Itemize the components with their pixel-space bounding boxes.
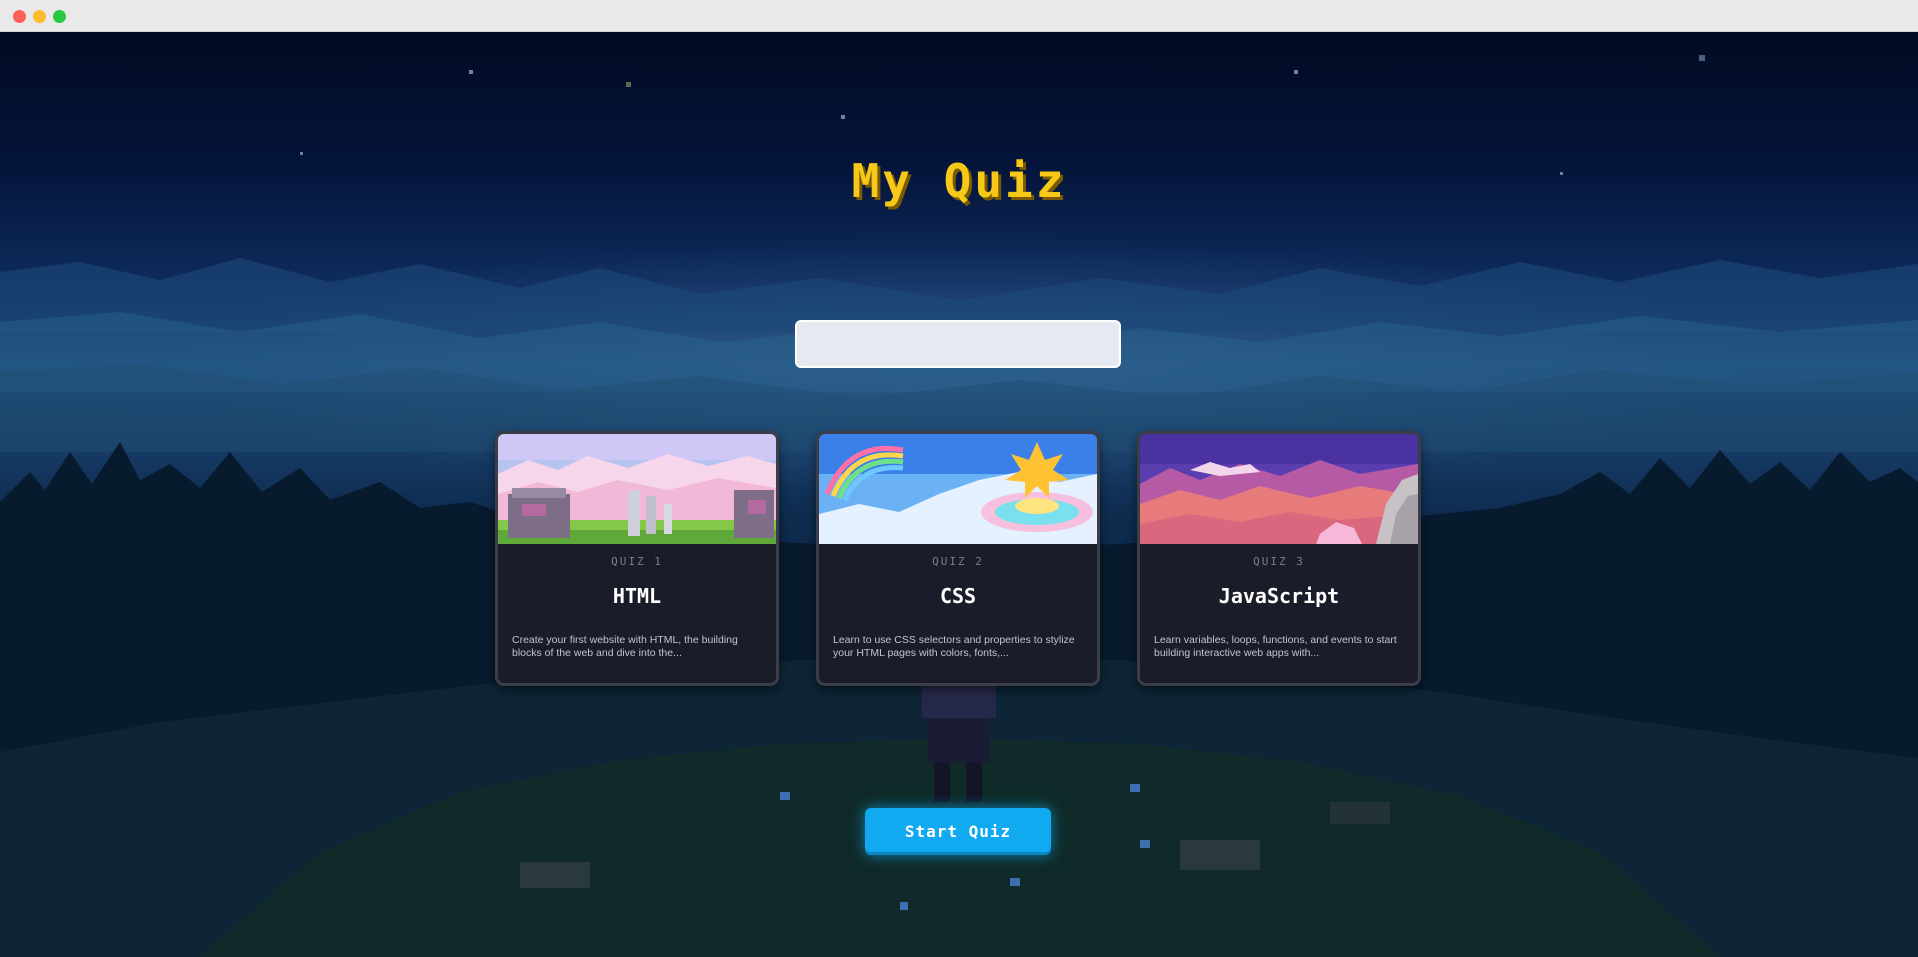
quiz-1-thumbnail — [498, 434, 776, 544]
page-title: My Quiz — [851, 154, 1067, 208]
quiz-description: Learn variables, loops, functions, and e… — [1154, 634, 1397, 659]
start-quiz-button[interactable]: Start Quiz — [865, 808, 1051, 855]
quiz-card-javascript[interactable]: QUIZ 3 JavaScript Learn variables, loops… — [1137, 431, 1421, 686]
quiz-card-html[interactable]: QUIZ 1 HTML Create your first website wi… — [495, 431, 779, 686]
search-input[interactable] — [795, 320, 1121, 368]
quiz-title: HTML — [612, 584, 662, 608]
quiz-number: QUIZ 1 — [611, 555, 663, 568]
maximize-icon[interactable] — [53, 10, 66, 23]
browser-window: My Quiz QUIZ 1 HTML Create your first we… — [0, 0, 1918, 957]
window-titlebar — [0, 0, 1918, 32]
quiz-title: CSS — [939, 584, 977, 608]
minimize-icon[interactable] — [33, 10, 46, 23]
pixel-night-background: My Quiz QUIZ 1 HTML Create your first we… — [0, 32, 1918, 957]
quiz-3-thumbnail — [1140, 434, 1418, 544]
quiz-number: QUIZ 3 — [1253, 555, 1305, 568]
quiz-title: JavaScript — [1218, 584, 1340, 608]
quiz-description: Learn to use CSS selectors and propertie… — [833, 634, 1075, 659]
quiz-description: Create your first website with HTML, the… — [512, 634, 738, 659]
quiz-card-css[interactable]: QUIZ 2 CSS Learn to use CSS selectors an… — [816, 431, 1100, 686]
quiz-number: QUIZ 2 — [932, 555, 984, 568]
close-icon[interactable] — [13, 10, 26, 23]
quiz-2-thumbnail — [819, 434, 1097, 544]
